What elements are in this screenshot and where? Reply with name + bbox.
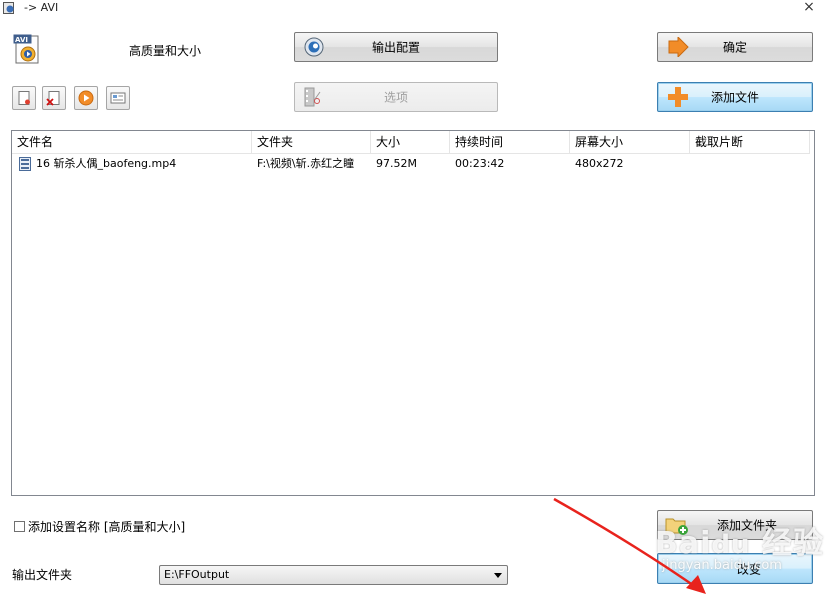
ok-label: 确定: [722, 40, 747, 55]
add-setting-name-checkbox[interactable]: [14, 521, 25, 532]
cell-size: 97.52M: [376, 157, 417, 170]
app-icon: [3, 2, 14, 14]
change-button[interactable]: 改变: [657, 553, 813, 584]
avi-format-icon: AVI: [13, 34, 39, 64]
output-config-button[interactable]: 输出配置: [294, 32, 498, 62]
add-file-button[interactable]: 添加文件: [657, 82, 813, 112]
cell-folder: F:\视频\斩.赤红之瞳: [257, 157, 355, 170]
add-setting-name-label[interactable]: 添加设置名称 [高质量和大小]: [28, 518, 185, 535]
add-folder-label: 添加文件夹: [716, 518, 777, 533]
new-item-button[interactable]: [12, 86, 36, 110]
info-card-icon: [110, 92, 126, 104]
options-button[interactable]: 选项: [294, 82, 498, 112]
info-button[interactable]: [106, 86, 130, 110]
ok-button[interactable]: 确定: [657, 32, 813, 62]
profile-name: 高质量和大小: [129, 44, 202, 58]
change-label: 改变: [736, 562, 761, 576]
output-folder-label: 输出文件夹: [12, 568, 73, 582]
dropdown-arrow-icon: [494, 573, 502, 578]
delete-doc-icon: [46, 91, 60, 106]
column-header-size[interactable]: 大小: [371, 131, 450, 154]
play-button[interactable]: [74, 86, 98, 110]
add-file-label: 添加文件: [710, 90, 759, 105]
column-header-screen-size[interactable]: 屏幕大小: [570, 131, 690, 154]
title-bar: -> AVI ×: [0, 0, 827, 16]
cell-screen-size: 480x272: [575, 157, 624, 170]
close-button[interactable]: ×: [799, 0, 819, 15]
avi-icon-text: AVI: [15, 36, 28, 44]
column-header-filename[interactable]: 文件名: [12, 131, 252, 154]
cell-clip: [690, 155, 810, 173]
output-folder-select[interactable]: E:\FFOutput: [159, 565, 508, 585]
play-icon: [78, 90, 94, 106]
column-header-clip[interactable]: 截取片断: [690, 131, 810, 154]
cell-duration: 00:23:42: [455, 157, 505, 170]
cell-filename: 16 斩杀人偶_baofeng.mp4: [36, 157, 177, 170]
window-title: -> AVI: [24, 1, 59, 14]
column-header-folder[interactable]: 文件夹: [252, 131, 371, 154]
table-row[interactable]: 16 斩杀人偶_baofeng.mp4 F:\视频\斩.赤红之瞳 97.52M …: [12, 155, 814, 173]
output-config-label: 输出配置: [371, 40, 420, 55]
output-folder-value: E:\FFOutput: [164, 568, 230, 581]
delete-item-button[interactable]: [42, 86, 66, 110]
options-label: 选项: [383, 90, 408, 105]
file-list[interactable]: 文件名 文件夹 大小 持续时间 屏幕大小 截取片断 16 斩杀人偶_baofen…: [11, 130, 815, 496]
video-file-icon: [19, 157, 31, 171]
list-header: 文件名 文件夹 大小 持续时间 屏幕大小 截取片断: [12, 131, 814, 155]
add-folder-button[interactable]: 添加文件夹: [657, 510, 813, 540]
column-header-duration[interactable]: 持续时间: [450, 131, 570, 154]
new-doc-icon: [18, 91, 30, 105]
